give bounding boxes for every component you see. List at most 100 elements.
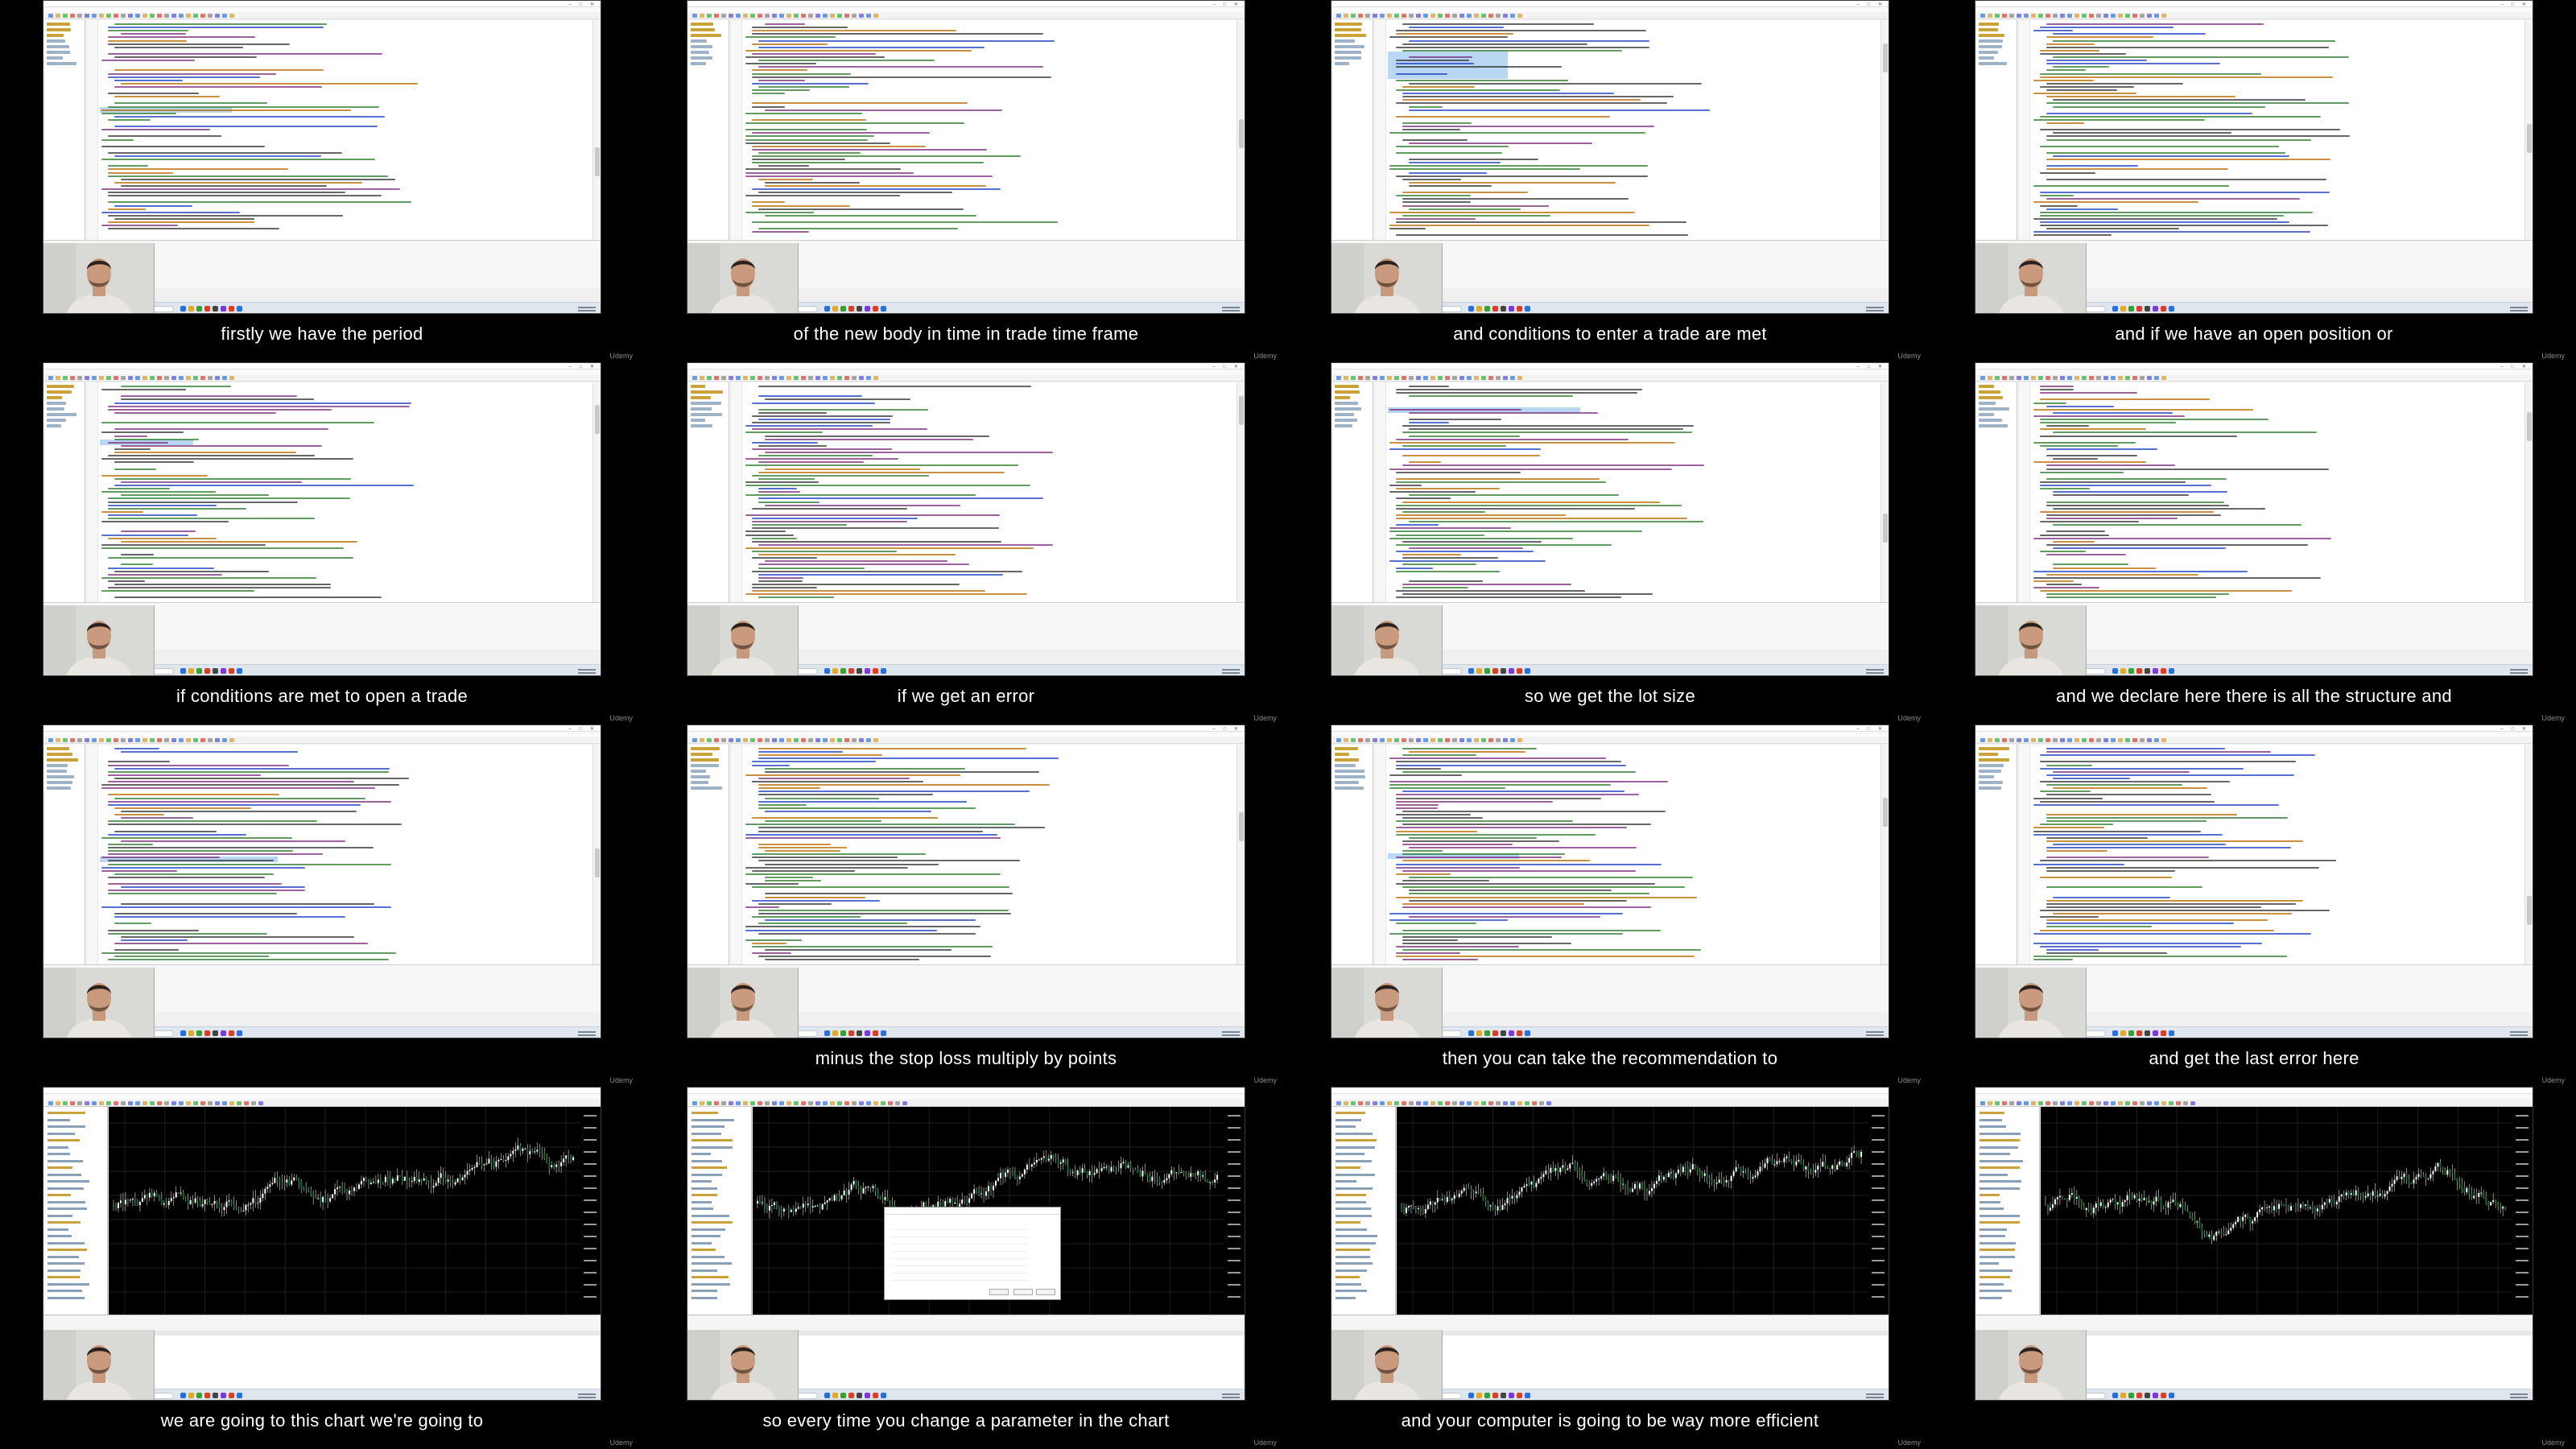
parameter-row[interactable] bbox=[891, 1254, 1028, 1259]
toolbar-icon[interactable] bbox=[85, 376, 89, 380]
toolbar-icon[interactable] bbox=[823, 1101, 828, 1105]
toolbar-icon[interactable] bbox=[2024, 738, 2029, 742]
toolbar-icon[interactable] bbox=[56, 738, 60, 742]
toolbar-icon[interactable] bbox=[1517, 14, 1522, 18]
navigator-item[interactable] bbox=[1979, 419, 2002, 422]
toolbar-icon[interactable] bbox=[729, 14, 733, 18]
taskbar-app-icon[interactable] bbox=[1525, 1030, 1530, 1036]
navigator-item[interactable] bbox=[1335, 1221, 1360, 1224]
toolbar-icon[interactable] bbox=[707, 376, 712, 380]
toolbar-icon[interactable] bbox=[164, 738, 169, 742]
taskbar-app-icon[interactable] bbox=[2145, 668, 2150, 674]
toolbar-icon[interactable] bbox=[1430, 376, 1435, 380]
scrollbar-thumb[interactable] bbox=[2527, 124, 2532, 153]
navigator-item[interactable] bbox=[47, 56, 63, 60]
toolbar-icon[interactable] bbox=[171, 14, 176, 18]
vertical-scrollbar[interactable] bbox=[2524, 20, 2533, 240]
toolbar-icon[interactable] bbox=[692, 1101, 697, 1105]
toolbar-icon[interactable] bbox=[2017, 376, 2021, 380]
toolbar-icon[interactable] bbox=[2031, 1101, 2036, 1105]
toolbar-icon[interactable] bbox=[2060, 1101, 2065, 1105]
toolbar-icon[interactable] bbox=[1467, 376, 1472, 380]
toolbar-icon[interactable] bbox=[779, 14, 784, 18]
toolbar-icon[interactable] bbox=[801, 1101, 806, 1105]
toolbar-icon[interactable] bbox=[859, 14, 864, 18]
navigator-item[interactable] bbox=[691, 424, 712, 427]
navigator-item[interactable] bbox=[1335, 62, 1349, 65]
taskbar-app-icon[interactable] bbox=[1468, 1030, 1474, 1036]
toolbar-icon[interactable] bbox=[1481, 376, 1486, 380]
toolbar-icon[interactable] bbox=[186, 376, 191, 380]
toolbar-icon[interactable] bbox=[808, 14, 813, 18]
toolbar-icon[interactable] bbox=[2111, 738, 2116, 742]
toolbar-icon[interactable] bbox=[772, 738, 777, 742]
navigator-item[interactable] bbox=[47, 396, 62, 399]
toolbar-icon[interactable] bbox=[815, 738, 820, 742]
vertical-scrollbar[interactable] bbox=[1236, 20, 1245, 240]
toolbar-icon[interactable] bbox=[881, 1101, 886, 1105]
taskbar-app-icon[interactable] bbox=[840, 1030, 846, 1036]
navigator-item[interactable] bbox=[47, 1228, 68, 1231]
toolbar-icon[interactable] bbox=[2024, 14, 2029, 18]
toolbar-icon[interactable] bbox=[2132, 1101, 2137, 1105]
taskbar-app-icon[interactable] bbox=[824, 306, 830, 312]
toolbar-icon[interactable] bbox=[171, 738, 176, 742]
toolbar-icon[interactable] bbox=[85, 14, 89, 18]
vertical-scrollbar[interactable] bbox=[592, 20, 601, 240]
toolbar-icon[interactable] bbox=[128, 738, 133, 742]
taskbar-app-icon[interactable] bbox=[1476, 306, 1482, 312]
navigator-item[interactable] bbox=[1335, 413, 1354, 416]
vertical-scrollbar[interactable] bbox=[1236, 745, 1245, 964]
navigator-item[interactable] bbox=[1979, 1159, 2023, 1162]
navigator-item[interactable] bbox=[691, 1228, 725, 1231]
taskbar-app-icon[interactable] bbox=[2161, 1030, 2166, 1036]
navigator-item[interactable] bbox=[691, 775, 710, 778]
navigator-item[interactable] bbox=[47, 1166, 72, 1169]
toolbar-icon[interactable] bbox=[1980, 738, 1985, 742]
window-controls-icon[interactable]: – □ ✕ bbox=[2501, 726, 2529, 732]
navigator-item[interactable] bbox=[1979, 775, 1994, 778]
toolbar-icon[interactable] bbox=[1416, 14, 1421, 18]
navigator-item[interactable] bbox=[691, 419, 705, 422]
toolbar-icon[interactable] bbox=[2154, 1101, 2159, 1105]
toolbar-icon[interactable] bbox=[135, 376, 140, 380]
toolbar-icon[interactable] bbox=[1452, 1101, 1457, 1105]
vertical-scrollbar[interactable] bbox=[592, 745, 601, 964]
toolbar-icon[interactable] bbox=[758, 14, 762, 18]
toolbar-icon[interactable] bbox=[1409, 376, 1414, 380]
toolbar-icon[interactable] bbox=[142, 738, 147, 742]
toolbar-icon[interactable] bbox=[193, 14, 198, 18]
scrollbar-thumb[interactable] bbox=[1239, 396, 1244, 425]
toolbar-icon[interactable] bbox=[70, 14, 75, 18]
toolbar-icon[interactable] bbox=[70, 376, 75, 380]
scrollbar-thumb[interactable] bbox=[1883, 43, 1888, 72]
toolbar-icon[interactable] bbox=[1539, 1101, 1544, 1105]
taskbar-app-icon[interactable] bbox=[1468, 306, 1474, 312]
toolbar-icon[interactable] bbox=[823, 376, 828, 380]
toolbar-icon[interactable] bbox=[1503, 738, 1508, 742]
toolbar-icon[interactable] bbox=[1510, 376, 1515, 380]
toolbar-icon[interactable] bbox=[63, 14, 68, 18]
toolbar-icon[interactable] bbox=[2154, 376, 2159, 380]
toolbar-icon[interactable] bbox=[2009, 376, 2014, 380]
toolbar-icon[interactable] bbox=[1988, 14, 1992, 18]
toolbar-icon[interactable] bbox=[1532, 1101, 1537, 1105]
toolbar-icon[interactable] bbox=[808, 376, 813, 380]
navigator-item[interactable] bbox=[691, 786, 722, 790]
vertical-scrollbar[interactable] bbox=[1880, 20, 1889, 240]
navigator-item[interactable] bbox=[691, 1276, 729, 1278]
toolbar-icon[interactable] bbox=[743, 376, 748, 380]
navigator-item[interactable] bbox=[47, 1173, 81, 1176]
navigator-item[interactable] bbox=[1979, 402, 1996, 405]
navigator-item[interactable] bbox=[1979, 396, 2003, 399]
toolbar-icon[interactable] bbox=[758, 1101, 762, 1105]
toolbar-icon[interactable] bbox=[1467, 14, 1472, 18]
toolbar-icon[interactable] bbox=[1488, 376, 1493, 380]
navigator-item[interactable] bbox=[1335, 770, 1364, 773]
navigator-item[interactable] bbox=[1335, 39, 1355, 43]
toolbar-icon[interactable] bbox=[837, 1101, 842, 1105]
navigator-item[interactable] bbox=[1335, 1228, 1367, 1231]
taskbar-app-icon[interactable] bbox=[873, 306, 878, 312]
navigator-item[interactable] bbox=[1335, 764, 1356, 767]
toolbar-icon[interactable] bbox=[786, 14, 791, 18]
